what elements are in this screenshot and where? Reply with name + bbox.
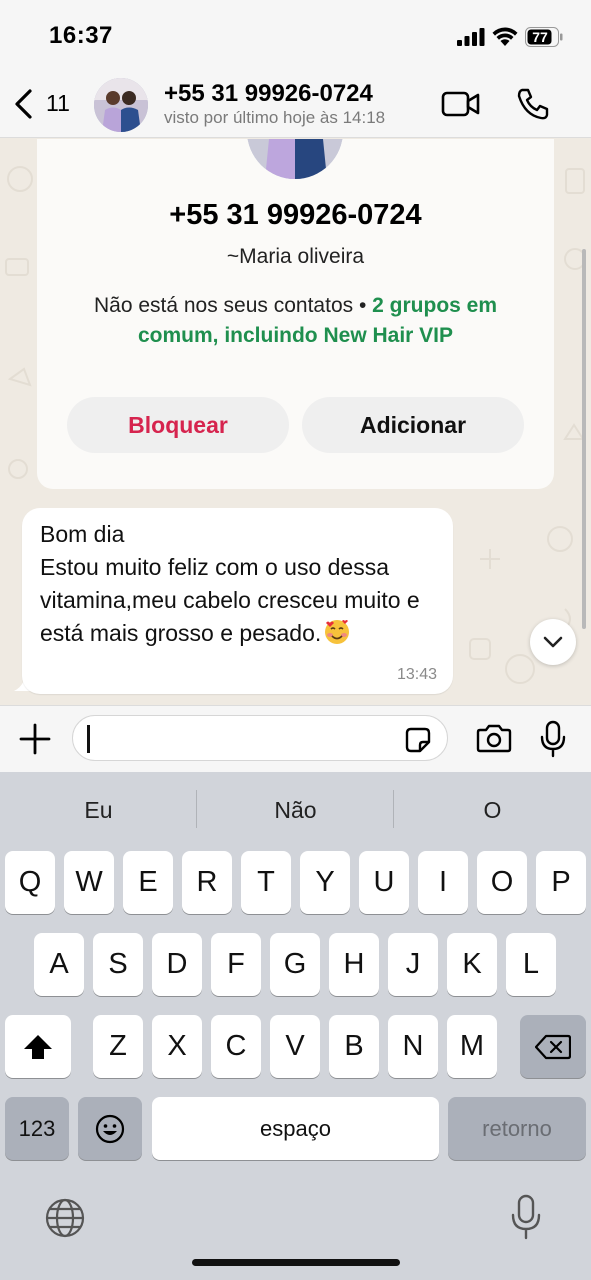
- key-g[interactable]: G: [270, 933, 320, 996]
- key-e[interactable]: E: [123, 851, 173, 914]
- keyboard: Eu Não O Q W E R T Y U I O P A S D F G H…: [0, 772, 591, 1280]
- sticker-icon[interactable]: [403, 725, 433, 755]
- key-b[interactable]: B: [329, 1015, 379, 1078]
- contact-profile-photo[interactable]: [247, 139, 343, 179]
- key-o[interactable]: O: [477, 851, 527, 914]
- key-a[interactable]: A: [34, 933, 84, 996]
- chevron-down-icon: [543, 636, 563, 648]
- suggestion-2[interactable]: Não: [197, 772, 394, 848]
- plus-icon[interactable]: [19, 723, 51, 755]
- backspace-key[interactable]: [520, 1015, 586, 1078]
- text-caret: [87, 725, 90, 753]
- numbers-key[interactable]: 123: [5, 1097, 69, 1160]
- incoming-message-bubble[interactable]: Bom dia Estou muito feliz com o uso dess…: [22, 508, 453, 694]
- chat-area[interactable]: +55 31 99926-0724 ~Maria oliveira Não es…: [0, 139, 591, 705]
- video-call-icon[interactable]: [441, 90, 481, 118]
- smiling-face-with-hearts-icon: [325, 620, 350, 644]
- message-input[interactable]: [72, 715, 448, 761]
- contact-info-card: +55 31 99926-0724 ~Maria oliveira Não es…: [37, 139, 554, 489]
- key-t[interactable]: T: [241, 851, 291, 914]
- return-key[interactable]: retorno: [448, 1097, 586, 1160]
- key-z[interactable]: Z: [93, 1015, 143, 1078]
- message-body: Bom dia Estou muito feliz com o uso dess…: [40, 521, 420, 646]
- emoji-smiley-icon: [95, 1114, 125, 1143]
- status-time: 16:37: [49, 22, 113, 49]
- key-l[interactable]: L: [506, 933, 556, 996]
- last-seen-status: visto por último hoje às 14:18: [164, 108, 386, 127]
- scroll-indicator[interactable]: [582, 249, 586, 629]
- message-composer: [0, 705, 591, 772]
- contact-avatar[interactable]: [94, 78, 148, 132]
- shift-arrow-icon: [24, 1034, 52, 1059]
- key-v[interactable]: V: [270, 1015, 320, 1078]
- space-key[interactable]: espaço: [152, 1097, 439, 1160]
- key-x[interactable]: X: [152, 1015, 202, 1078]
- key-m[interactable]: M: [447, 1015, 497, 1078]
- back-chevron-icon[interactable]: [12, 88, 36, 120]
- key-u[interactable]: U: [359, 851, 409, 914]
- key-f[interactable]: F: [211, 933, 261, 996]
- card-contact-info: Não está nos seus contatos • 2 grupos em…: [57, 291, 534, 351]
- card-username: ~Maria oliveira: [226, 245, 365, 268]
- key-q[interactable]: Q: [5, 851, 55, 914]
- key-k[interactable]: K: [447, 933, 497, 996]
- key-d[interactable]: D: [152, 933, 202, 996]
- unread-count[interactable]: 11: [46, 90, 70, 117]
- block-button[interactable]: Bloquear: [67, 397, 289, 453]
- key-i[interactable]: I: [418, 851, 468, 914]
- key-p[interactable]: P: [536, 851, 586, 914]
- emoji-key[interactable]: [78, 1097, 142, 1160]
- key-s[interactable]: S: [93, 933, 143, 996]
- message-text: Bom dia Estou muito feliz com o uso dess…: [40, 518, 445, 650]
- battery-icon: 77: [525, 27, 563, 47]
- globe-icon[interactable]: [44, 1197, 86, 1239]
- key-h[interactable]: H: [329, 933, 379, 996]
- key-c[interactable]: C: [211, 1015, 261, 1078]
- add-contact-button[interactable]: Adicionar: [302, 397, 524, 453]
- suggestion-1[interactable]: Eu: [0, 772, 197, 848]
- cellular-signal-icon: [457, 28, 485, 46]
- chat-header: 11 +55 31 99926-0724 visto por último ho…: [0, 72, 591, 138]
- message-time: 13:43: [396, 666, 437, 683]
- home-indicator[interactable]: [192, 1259, 400, 1266]
- suggestion-3[interactable]: O: [394, 772, 591, 848]
- microphone-icon[interactable]: [540, 720, 566, 758]
- contact-title[interactable]: +55 31 99926-0724: [164, 80, 373, 108]
- shift-key[interactable]: [5, 1015, 71, 1078]
- camera-icon[interactable]: [475, 724, 513, 754]
- battery-level: 77: [532, 29, 548, 45]
- key-w[interactable]: W: [64, 851, 114, 914]
- status-bar: 16:37 77: [0, 0, 591, 72]
- key-r[interactable]: R: [182, 851, 232, 914]
- not-in-contacts-text: Não está nos seus contatos •: [93, 294, 373, 317]
- dictation-microphone-icon[interactable]: [511, 1194, 541, 1240]
- card-phone-number: +55 31 99926-0724: [169, 199, 422, 231]
- key-j[interactable]: J: [388, 933, 438, 996]
- backspace-icon: [535, 1034, 571, 1059]
- key-n[interactable]: N: [388, 1015, 438, 1078]
- scroll-to-bottom-button[interactable]: [530, 619, 576, 665]
- wifi-icon: [492, 27, 518, 46]
- phone-call-icon[interactable]: [515, 86, 551, 122]
- key-y[interactable]: Y: [300, 851, 350, 914]
